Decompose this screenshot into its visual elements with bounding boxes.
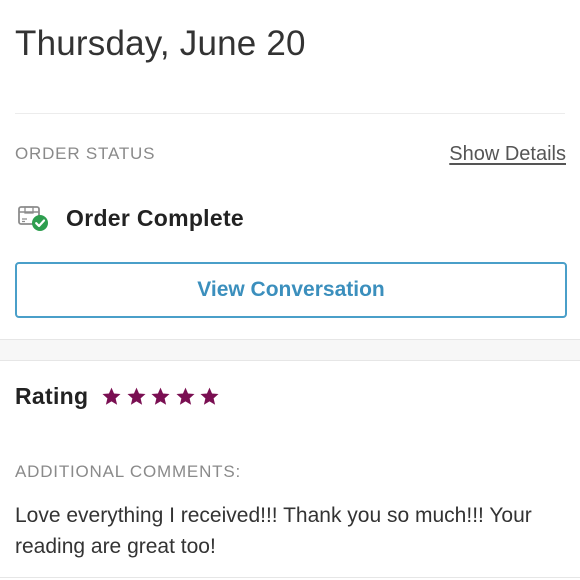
view-conversation-button[interactable]: View Conversation — [15, 262, 567, 318]
page-title: Thursday, June 20 — [15, 24, 306, 63]
star-icon — [199, 386, 220, 407]
rating-label: Rating — [15, 382, 89, 409]
order-status-text: Order Complete — [66, 204, 245, 231]
rating-stars — [101, 386, 224, 407]
star-icon — [175, 386, 196, 407]
divider — [15, 113, 565, 114]
star-icon — [101, 386, 122, 407]
section-separator — [0, 339, 580, 361]
comment-text: Love everything I received!!! Thank you … — [15, 504, 532, 558]
box-check-icon — [17, 201, 51, 235]
star-icon — [150, 386, 171, 407]
order-detail-page: Thursday, June 20 ORDER STATUS Show Deta… — [0, 0, 580, 580]
star-icon — [126, 386, 147, 407]
show-details-link[interactable]: Show Details — [449, 142, 566, 166]
order-status-row: Order Complete — [17, 200, 244, 236]
order-status-label: ORDER STATUS — [15, 144, 156, 163]
rating-row: Rating — [15, 380, 224, 412]
divider — [0, 577, 580, 578]
additional-comments-label: ADDITIONAL COMMENTS: — [15, 462, 241, 481]
